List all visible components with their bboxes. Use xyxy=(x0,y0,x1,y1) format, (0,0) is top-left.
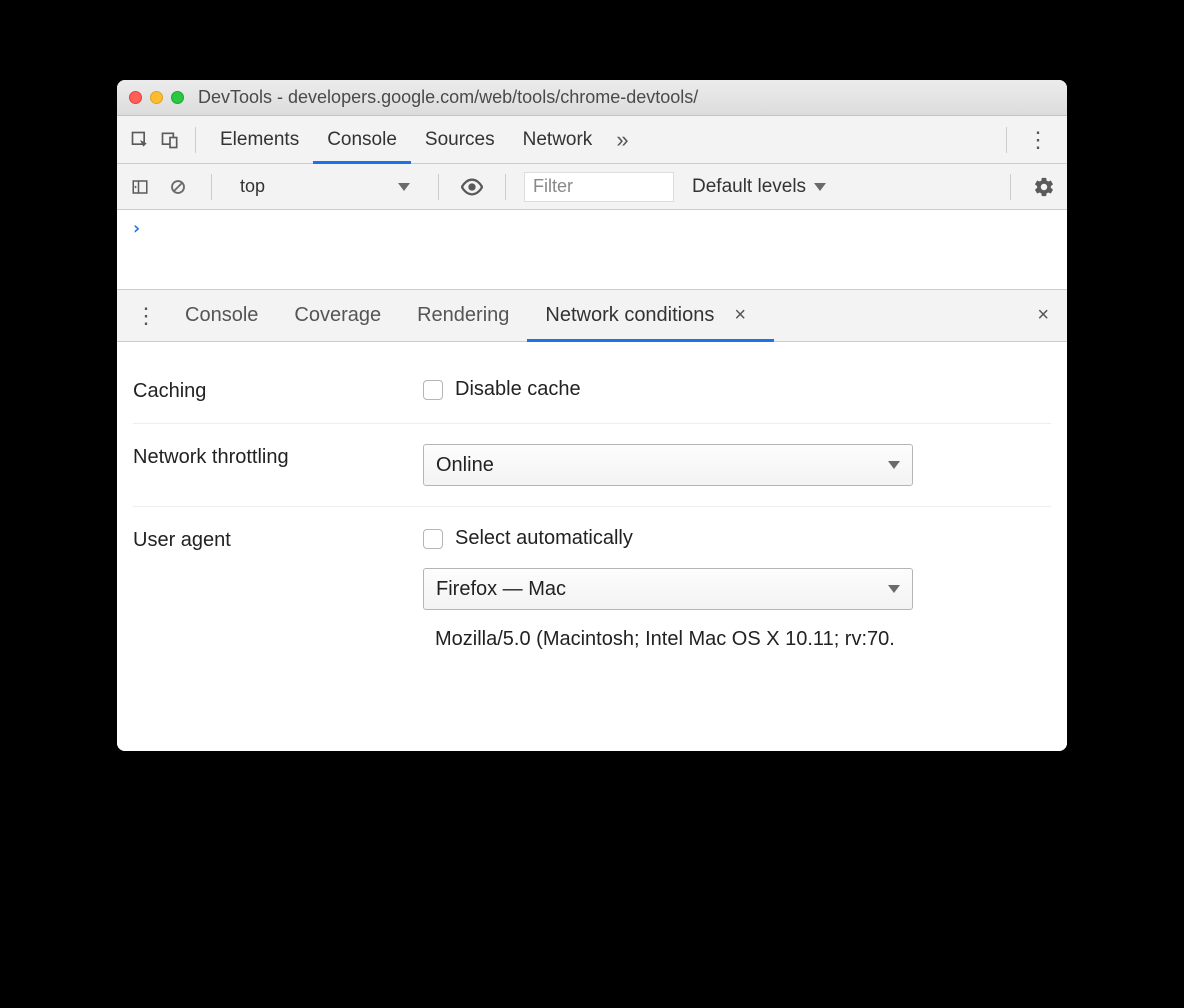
window-title: DevTools - developers.google.com/web/too… xyxy=(198,87,698,108)
device-toolbar-icon[interactable] xyxy=(155,125,185,155)
separator xyxy=(1006,127,1007,153)
tab-network[interactable]: Network xyxy=(509,116,607,164)
separator xyxy=(505,174,506,200)
separator xyxy=(195,127,196,153)
log-levels-select[interactable]: Default levels xyxy=(682,176,836,198)
drawer-tab-console[interactable]: Console xyxy=(167,290,276,342)
clear-console-icon[interactable] xyxy=(163,172,193,202)
separator xyxy=(211,174,212,200)
throttling-row: Network throttling Online xyxy=(133,424,1051,507)
console-sidebar-toggle-icon[interactable] xyxy=(125,172,155,202)
main-tabbar: Elements Console Sources Network » ⋮ xyxy=(117,116,1067,164)
throttling-label: Network throttling xyxy=(133,444,423,469)
execution-context-select[interactable]: top xyxy=(230,172,420,202)
drawer-tab-network-conditions[interactable]: Network conditions × xyxy=(527,290,774,342)
user-agent-select[interactable]: Firefox — Mac xyxy=(423,568,913,610)
traffic-lights xyxy=(129,91,184,104)
disable-cache-option[interactable]: Disable cache xyxy=(423,378,1051,401)
dropdown-arrow-icon xyxy=(814,183,826,191)
drawer-tab-coverage[interactable]: Coverage xyxy=(276,290,399,342)
tab-elements[interactable]: Elements xyxy=(206,116,313,164)
devtools-window: DevTools - developers.google.com/web/too… xyxy=(117,80,1067,751)
disable-cache-label: Disable cache xyxy=(455,378,581,401)
throttling-select[interactable]: Online xyxy=(423,444,913,486)
kebab-menu-icon[interactable]: ⋮ xyxy=(1017,129,1059,151)
console-output[interactable]: › xyxy=(117,210,1067,290)
tab-sources[interactable]: Sources xyxy=(411,116,509,164)
close-tab-icon[interactable]: × xyxy=(724,304,756,327)
tab-label: Coverage xyxy=(294,304,381,327)
tab-label: Console xyxy=(185,304,258,327)
user-agent-value: Firefox — Mac xyxy=(436,578,566,601)
user-agent-row: User agent Select automatically Firefox … xyxy=(133,507,1051,671)
tab-label: Console xyxy=(327,129,397,151)
select-automatically-label: Select automatically xyxy=(455,527,633,550)
console-toolbar: top Default levels xyxy=(117,164,1067,210)
live-expression-icon[interactable] xyxy=(457,172,487,202)
console-prompt-icon: › xyxy=(131,218,142,239)
caching-label: Caching xyxy=(133,378,423,403)
tab-label: Elements xyxy=(220,129,299,151)
dropdown-arrow-icon xyxy=(398,183,410,191)
select-automatically-checkbox[interactable] xyxy=(423,529,443,549)
tab-label: Rendering xyxy=(417,304,509,327)
tab-label: Network xyxy=(523,129,593,151)
select-automatically-option[interactable]: Select automatically xyxy=(423,527,1051,550)
titlebar: DevTools - developers.google.com/web/too… xyxy=(117,80,1067,116)
more-tabs-icon[interactable]: » xyxy=(606,127,638,153)
drawer-tab-rendering[interactable]: Rendering xyxy=(399,290,527,342)
dropdown-arrow-icon xyxy=(888,461,900,469)
gear-icon[interactable] xyxy=(1029,172,1059,202)
filter-input[interactable] xyxy=(524,172,674,202)
zoom-window-button[interactable] xyxy=(171,91,184,104)
context-value: top xyxy=(240,176,265,197)
tab-console[interactable]: Console xyxy=(313,116,411,164)
tab-label: Sources xyxy=(425,129,495,151)
caching-row: Caching Disable cache xyxy=(133,358,1051,424)
levels-label: Default levels xyxy=(692,176,806,198)
close-drawer-icon[interactable]: × xyxy=(1027,304,1059,327)
separator xyxy=(1010,174,1011,200)
inspect-element-icon[interactable] xyxy=(125,125,155,155)
disable-cache-checkbox[interactable] xyxy=(423,380,443,400)
throttling-value: Online xyxy=(436,454,494,477)
separator xyxy=(438,174,439,200)
drawer-tabbar: ⋮ Console Coverage Rendering Network con… xyxy=(117,290,1067,342)
user-agent-string: Mozilla/5.0 (Macintosh; Intel Mac OS X 1… xyxy=(423,628,1051,651)
tab-label: Network conditions xyxy=(545,304,714,327)
user-agent-label: User agent xyxy=(133,527,423,552)
drawer-kebab-menu-icon[interactable]: ⋮ xyxy=(125,305,167,327)
network-conditions-panel: Caching Disable cache Network throttling… xyxy=(117,342,1067,751)
minimize-window-button[interactable] xyxy=(150,91,163,104)
close-window-button[interactable] xyxy=(129,91,142,104)
dropdown-arrow-icon xyxy=(888,585,900,593)
